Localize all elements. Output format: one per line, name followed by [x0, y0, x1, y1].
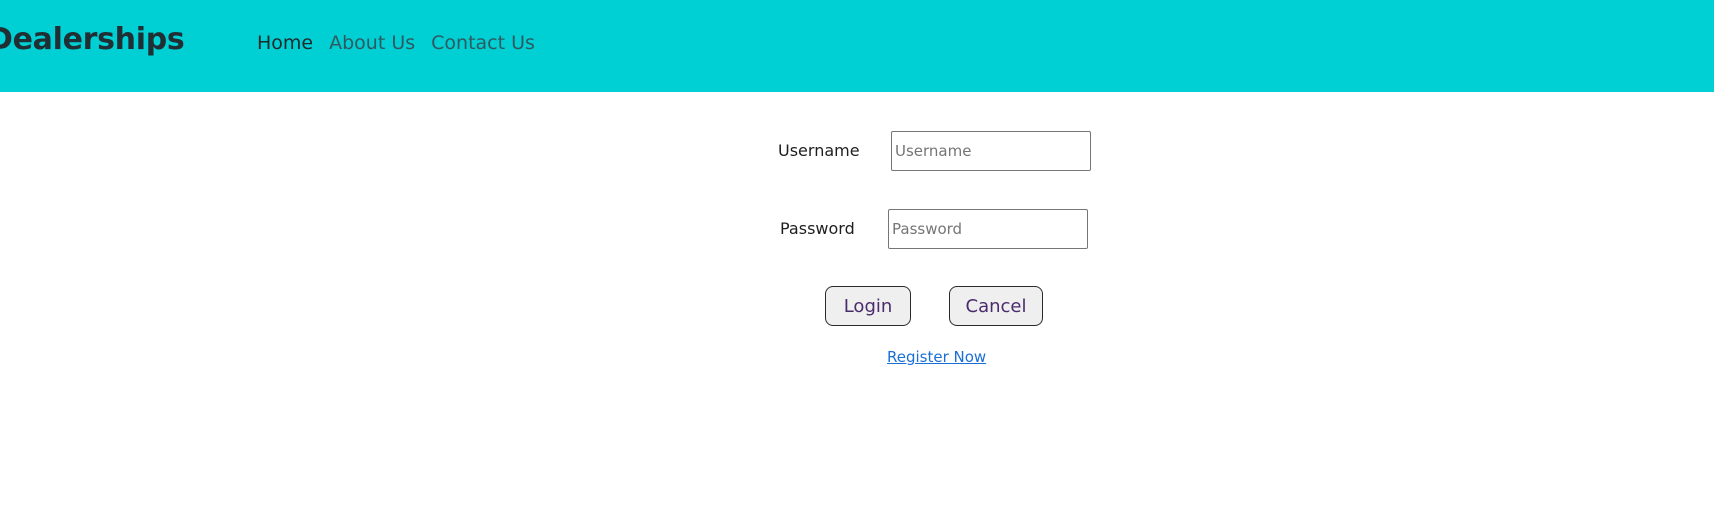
cancel-button[interactable]: Cancel [949, 286, 1043, 326]
navbar: Dealerships Home About Us Contact Us [0, 0, 1714, 92]
username-input[interactable] [891, 131, 1091, 171]
nav-links: Home About Us Contact Us [257, 32, 535, 54]
password-input[interactable] [888, 209, 1088, 249]
username-label: Username [778, 141, 860, 160]
password-label: Password [780, 219, 855, 238]
nav-link-contact-us[interactable]: Contact Us [431, 32, 535, 54]
nav-link-home[interactable]: Home [257, 32, 313, 54]
nav-link-about-us[interactable]: About Us [329, 32, 415, 54]
brand-title[interactable]: Dealerships [0, 22, 185, 57]
login-button[interactable]: Login [825, 286, 911, 326]
register-now-link[interactable]: Register Now [887, 348, 986, 366]
